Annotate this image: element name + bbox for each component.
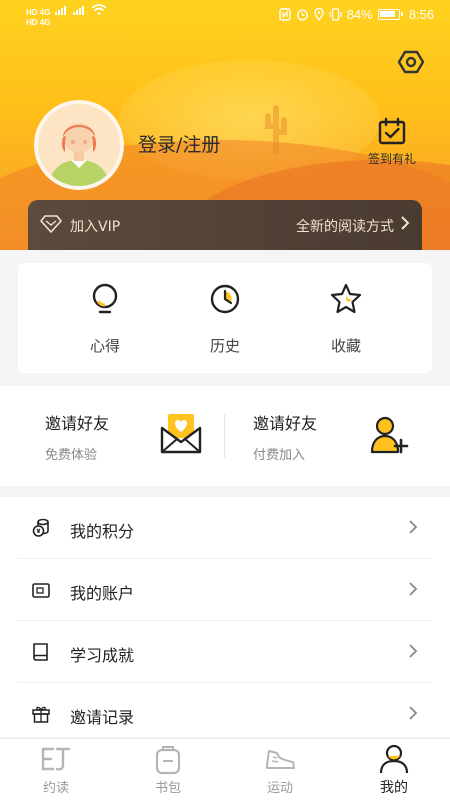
bottom-tab-bar: 约读 书包 运动 我的 [0,738,450,800]
invite-paid-title: 邀请好友 [253,414,318,433]
star-icon [330,283,362,314]
quick-actions-card: 心得 历史 收藏 [18,263,432,373]
settings-gear-icon[interactable] [397,48,425,76]
chevron-right-icon [409,520,418,534]
wallet-icon [32,583,50,598]
menu-item-achievements[interactable]: 学习成就 [18,621,432,683]
vibrate-icon [329,8,342,21]
cactus-icon [265,105,287,154]
tab-label: 运动 [266,781,293,796]
vip-tagline: 全新的阅读方式 [296,219,394,235]
menu-item-invite-records[interactable]: 邀请记录 [18,683,432,737]
signal-icon [72,6,84,15]
quick-action-notes[interactable]: 心得 [60,281,150,356]
battery-icon [377,9,403,20]
signal-icon [54,6,66,15]
coins-icon [32,518,49,537]
menu-item-label: 我的账户 [70,584,135,603]
add-friend-icon [370,416,409,454]
login-register-link[interactable]: 登录/注册 [138,130,220,157]
quick-action-history[interactable]: 历史 [180,281,270,356]
envelope-heart-icon [160,414,202,454]
system-indicators: 84% 8:56 [278,7,434,22]
menu-item-account[interactable]: 我的账户 [18,559,432,621]
tab-label: 我的 [380,780,408,796]
alarm-icon [296,9,308,21]
network-indicators: HD 4G HD 4G [26,4,107,28]
vip-banner[interactable]: 加入VIP 全新的阅读方式 [28,200,422,250]
invite-paid-subtitle: 付费加入 [253,448,306,463]
quick-action-label: 心得 [89,337,120,355]
sneaker-icon [266,750,295,769]
menu-item-label: 我的积分 [70,522,135,541]
network-label: HD 4G [26,18,51,27]
nfc-icon [278,8,291,21]
invite-section: 邀请好友 免费体验 邀请好友 付费加入 [0,386,450,486]
status-bar: HD 4G HD 4G 84% 8:56 [0,0,450,32]
tab-bookbag[interactable]: 书包 [128,743,208,796]
chevron-right-icon [401,216,410,230]
network-label: HD 4G [26,8,51,17]
tab-reading[interactable]: 约读 [16,743,96,796]
account-menu: 我的积分 我的账户 学习成就 邀请记录 [0,497,450,737]
tab-label: 书包 [154,781,181,796]
profile-header: HD 4G HD 4G 84% 8:56 登录/注册 签到有礼 加入VIP 全新… [0,0,450,250]
menu-item-label: 学习成就 [70,646,135,665]
avatar[interactable] [34,100,124,190]
lightbulb-icon [92,283,118,314]
wifi-icon [91,4,107,15]
clock-time: 8:56 [408,7,434,22]
invite-divider [224,414,225,458]
user-profile-icon [379,744,409,774]
backpack-icon [155,746,181,775]
tab-mine[interactable]: 我的 [354,743,434,797]
tab-label: 约读 [42,781,69,796]
quick-action-label: 历史 [209,337,240,355]
menu-item-points[interactable]: 我的积分 [18,497,432,559]
chevron-right-icon [409,582,418,596]
checkin-reward-button[interactable]: 签到有礼 [356,116,428,167]
menu-item-label: 邀请记录 [70,708,135,727]
location-icon [313,8,324,21]
read-together-icon [41,747,71,771]
quick-action-label: 收藏 [330,337,361,355]
invite-free-title: 邀请好友 [45,414,110,433]
calendar-check-icon [378,117,406,145]
gift-icon [32,706,50,723]
diamond-icon [40,215,62,233]
default-avatar-icon [38,104,120,186]
checkin-label: 签到有礼 [367,152,416,166]
tab-sports[interactable]: 运动 [240,743,320,796]
quick-action-favorites[interactable]: 收藏 [301,281,391,356]
chevron-right-icon [409,706,418,720]
chevron-right-icon [409,644,418,658]
book-icon [33,643,48,661]
battery-percent: 84% [346,7,373,22]
clock-icon [210,284,240,314]
vip-join-label: 加入VIP [70,219,121,235]
invite-free-subtitle: 免费体验 [45,448,98,463]
